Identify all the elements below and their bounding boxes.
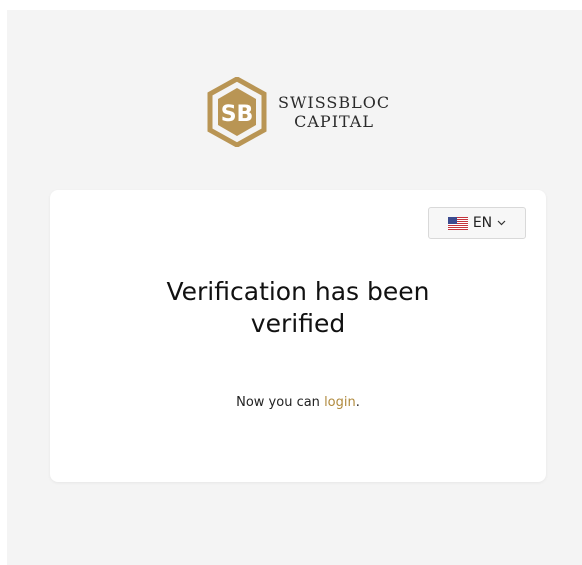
verification-card: EN Verification has been verified Now yo… <box>50 190 546 482</box>
brand-name: SWISSBLOC CAPITAL <box>278 93 390 131</box>
page-title: Verification has been verified <box>50 276 546 340</box>
message-suffix: . <box>355 395 360 410</box>
brand-line-1: SWISSBLOC <box>278 93 391 112</box>
title-line-2: verified <box>250 309 346 338</box>
swissbloc-logo-icon: SB <box>207 77 267 147</box>
brand-line-2: CAPITAL <box>294 112 374 131</box>
svg-text:SB: SB <box>221 102 254 127</box>
page-background: SB SWISSBLOC CAPITAL EN Verification has… <box>7 10 582 565</box>
title-line-1: Verification has been <box>166 277 430 306</box>
language-selector[interactable]: EN <box>428 207 526 239</box>
status-message: Now you can login. <box>50 395 546 410</box>
chevron-down-icon <box>497 220 506 226</box>
language-code: EN <box>472 215 493 231</box>
brand-logo[interactable]: SB SWISSBLOC CAPITAL <box>206 70 390 154</box>
message-prefix: Now you can <box>236 395 325 410</box>
us-flag-icon <box>447 216 468 230</box>
login-link[interactable]: login <box>324 395 356 410</box>
